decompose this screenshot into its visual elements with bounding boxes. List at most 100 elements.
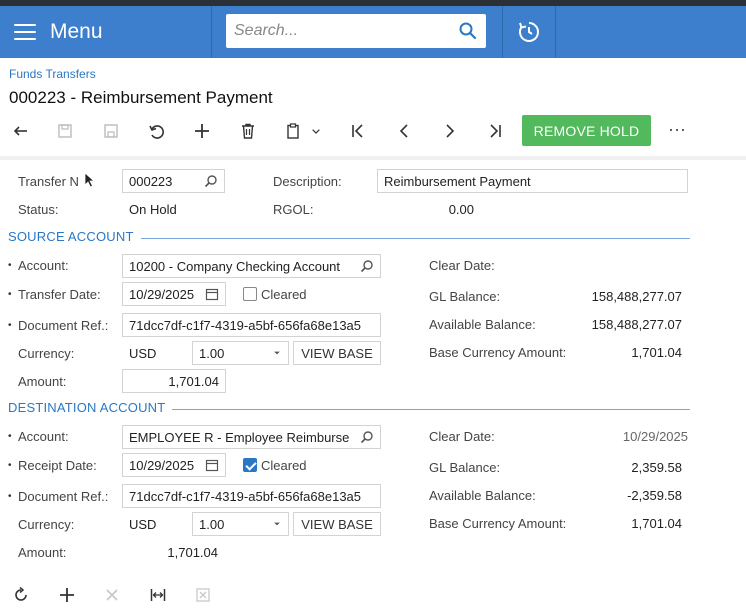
clipboard-icon — [287, 123, 299, 139]
dest-clear-date-label: Clear Date: — [429, 429, 495, 444]
dest-docref-field[interactable]: 71dcc7df-c1f7-4319-a5bf-656fa68e13a5 — [122, 484, 381, 508]
caret-down-icon[interactable] — [272, 348, 282, 358]
transfer-date-field[interactable]: 10/29/2025 — [122, 282, 226, 306]
source-gl-balance-value: 158,488,277.07 — [591, 289, 682, 304]
dest-account-field[interactable]: EMPLOYEE R - Employee Reimburse — [122, 425, 381, 449]
lookup-icon[interactable] — [360, 430, 374, 444]
source-view-base-button[interactable]: VIEW BASE — [293, 341, 381, 365]
dest-cleared-checkbox[interactable] — [243, 458, 257, 472]
next-record-button[interactable] — [437, 118, 463, 144]
destination-account-title[interactable]: DESTINATION ACCOUNT — [8, 400, 165, 415]
source-rate-field[interactable]: 1.00 — [192, 341, 289, 365]
source-rate-value: 1.00 — [199, 345, 225, 361]
source-cleared-checkbox[interactable] — [243, 287, 257, 301]
calendar-icon[interactable] — [205, 458, 219, 472]
hamburger-icon — [14, 24, 36, 40]
save-close-icon — [58, 124, 72, 138]
source-available-balance-value: 158,488,277.07 — [591, 317, 682, 332]
undo-button[interactable] — [143, 118, 169, 144]
dest-view-base-button[interactable]: VIEW BASE — [293, 512, 381, 536]
dest-rate-field[interactable]: 1.00 — [192, 512, 289, 536]
remove-hold-button[interactable]: REMOVE HOLD — [522, 115, 651, 146]
source-docref-value: 71dcc7df-c1f7-4319-a5bf-656fa68e13a5 — [129, 317, 362, 333]
mouse-cursor-icon — [84, 172, 96, 188]
rgol-value: 0.00 — [448, 202, 474, 217]
source-available-balance-label: Available Balance: — [429, 317, 536, 332]
transfer-nbr-field[interactable]: 000223 — [122, 169, 225, 193]
top-bar: Menu — [0, 0, 746, 58]
more-actions-button[interactable]: ··· — [664, 118, 690, 144]
trash-icon — [242, 123, 254, 139]
add-button[interactable] — [189, 118, 215, 144]
required-marker: • — [8, 260, 12, 271]
description-label: Description: — [273, 174, 342, 189]
search-icon[interactable] — [458, 21, 478, 41]
undo-icon — [149, 125, 164, 139]
transfer-nbr-value: 000223 — [129, 173, 173, 189]
fit-columns-button[interactable] — [147, 584, 169, 606]
source-cleared-label: Cleared — [261, 287, 307, 302]
first-icon — [352, 124, 363, 138]
source-account-label: Account: — [18, 258, 69, 273]
required-marker: • — [8, 460, 12, 471]
status-value: On Hold — [129, 202, 177, 217]
source-account-title[interactable]: SOURCE ACCOUNT — [8, 229, 134, 244]
history-button[interactable] — [502, 6, 556, 58]
add-row-button[interactable] — [56, 584, 78, 606]
refresh-button[interactable] — [10, 584, 32, 606]
menu-label: Menu — [50, 20, 103, 43]
dest-docref-value: 71dcc7df-c1f7-4319-a5bf-656fa68e13a5 — [129, 488, 362, 504]
required-marker: • — [8, 289, 12, 300]
previous-record-button[interactable] — [391, 118, 417, 144]
dest-account-label: Account: — [18, 429, 69, 444]
dest-available-balance-value: -2,359.58 — [627, 488, 682, 503]
search-box[interactable] — [226, 14, 486, 48]
source-section-line — [141, 238, 690, 239]
dest-cleared-label: Cleared — [261, 458, 307, 473]
breadcrumb[interactable]: Funds Transfers — [9, 67, 96, 81]
source-amount-value: 1,701.04 — [168, 373, 219, 389]
export-excel-button[interactable] — [192, 584, 214, 606]
excel-icon — [196, 588, 210, 602]
dest-base-amount-value: 1,701.04 — [631, 516, 682, 531]
receipt-date-label: Receipt Date: — [18, 458, 97, 473]
fit-width-icon — [150, 589, 166, 601]
first-record-button[interactable] — [345, 118, 371, 144]
calendar-icon[interactable] — [205, 287, 219, 301]
caret-down-icon[interactable] — [272, 519, 282, 529]
delete-button[interactable] — [235, 118, 261, 144]
search-input[interactable] — [234, 22, 458, 40]
lookup-icon[interactable] — [360, 259, 374, 273]
close-icon — [106, 589, 118, 601]
plus-icon — [195, 124, 209, 138]
source-currency-label: Currency: — [18, 346, 75, 361]
dest-rate-value: 1.00 — [199, 516, 225, 532]
source-clear-date-label: Clear Date: — [429, 258, 495, 273]
toolbar: REMOVE HOLD ··· — [0, 114, 746, 148]
copy-paste-button[interactable] — [280, 118, 306, 144]
dest-currency-value: USD — [129, 517, 157, 532]
copy-paste-dropdown[interactable] — [306, 118, 326, 144]
dest-amount-value: 1,701.04 — [167, 545, 218, 560]
source-docref-field[interactable]: 71dcc7df-c1f7-4319-a5bf-656fa68e13a5 — [122, 313, 381, 337]
status-label: Status: — [18, 202, 59, 217]
menu-button[interactable]: Menu — [0, 6, 212, 58]
delete-row-button[interactable] — [101, 584, 123, 606]
dest-docref-label: Document Ref.: — [18, 489, 109, 504]
grid-toolbar — [0, 580, 746, 608]
description-field[interactable]: Reimbursement Payment — [377, 169, 688, 193]
lookup-icon[interactable] — [204, 174, 218, 188]
last-icon — [490, 124, 501, 138]
source-account-field[interactable]: 10200 - Company Checking Account — [122, 254, 381, 278]
source-amount-field[interactable]: 1,701.04 — [122, 369, 226, 393]
rgol-label: RGOL: — [273, 202, 314, 217]
save-close-button[interactable] — [52, 118, 78, 144]
receipt-date-field[interactable]: 10/29/2025 — [122, 453, 226, 477]
save-button[interactable] — [98, 118, 124, 144]
back-button[interactable] — [8, 118, 34, 144]
plus-icon — [60, 588, 74, 602]
last-record-button[interactable] — [482, 118, 508, 144]
required-marker: • — [8, 431, 12, 442]
page-title: 000223 - Reimbursement Payment — [9, 88, 273, 107]
clock-icon — [519, 22, 539, 42]
